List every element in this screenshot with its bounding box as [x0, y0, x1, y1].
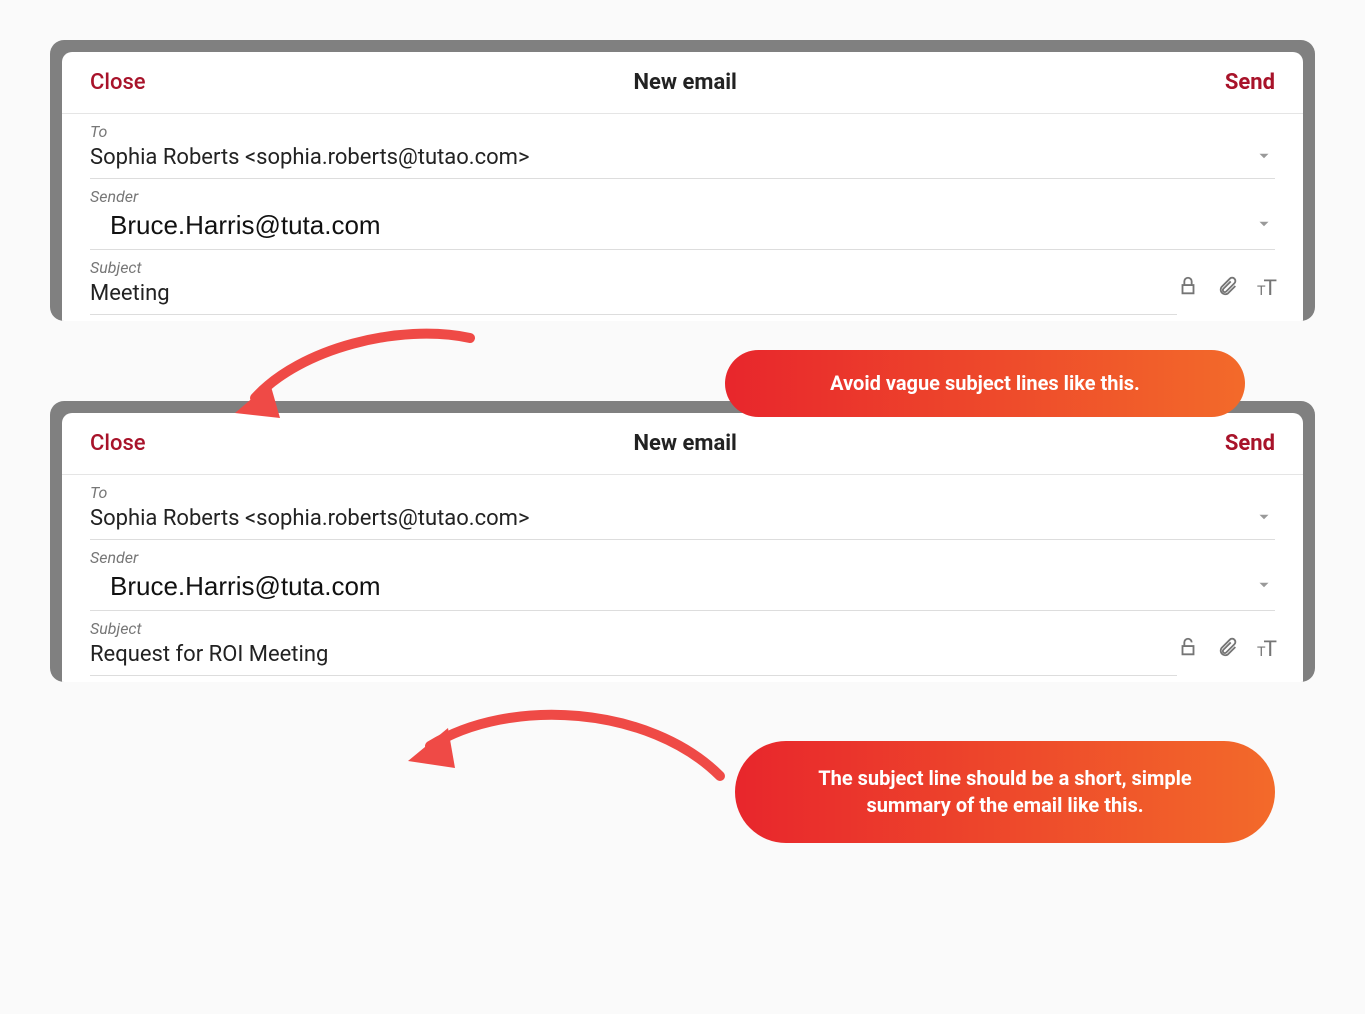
toolbar-icons: TT	[1177, 273, 1275, 315]
subject-input[interactable]: Meeting	[90, 279, 1177, 315]
lock-icon[interactable]	[1177, 273, 1199, 303]
chevron-down-icon[interactable]	[1255, 147, 1273, 169]
sender-value[interactable]: Bruce.Harris@tuta.com	[90, 569, 1275, 611]
annotation-arrow	[370, 676, 730, 800]
sender-field[interactable]: Sender Bruce.Harris@tuta.com	[62, 540, 1303, 611]
compose-header: Close New email Send	[62, 52, 1303, 114]
to-value[interactable]: Sophia Roberts <sophia.roberts@tutao.com…	[90, 143, 1275, 179]
window-title: New email	[634, 70, 737, 95]
subject-label: Subject	[90, 619, 1177, 638]
subject-row: Subject Meeting TT	[62, 250, 1303, 321]
window-frame: Close New email Send To Sophia Roberts <…	[50, 401, 1315, 682]
sender-label: Sender	[90, 548, 1275, 567]
close-button[interactable]: Close	[90, 70, 146, 95]
compose-window: Close New email Send To Sophia Roberts <…	[62, 413, 1303, 682]
compose-window: Close New email Send To Sophia Roberts <…	[62, 52, 1303, 321]
to-field[interactable]: To Sophia Roberts <sophia.roberts@tutao.…	[62, 475, 1303, 540]
sender-value[interactable]: Bruce.Harris@tuta.com	[90, 208, 1275, 250]
send-button[interactable]: Send	[1225, 431, 1275, 456]
example-panel-good: Close New email Send To Sophia Roberts <…	[50, 401, 1315, 682]
sender-field[interactable]: Sender Bruce.Harris@tuta.com	[62, 179, 1303, 250]
annotation-callout: The subject line should be a short, simp…	[735, 741, 1275, 843]
subject-input[interactable]: Request for ROI Meeting	[90, 640, 1177, 676]
annotation-callout: Avoid vague subject lines like this.	[725, 350, 1245, 417]
example-panel-bad: Close New email Send To Sophia Roberts <…	[50, 40, 1315, 321]
paperclip-icon[interactable]	[1217, 634, 1239, 664]
send-button[interactable]: Send	[1225, 70, 1275, 95]
window-frame: Close New email Send To Sophia Roberts <…	[50, 40, 1315, 321]
to-label: To	[90, 483, 1275, 502]
chevron-down-icon[interactable]	[1255, 576, 1273, 598]
subject-label: Subject	[90, 258, 1177, 277]
unlock-icon[interactable]	[1177, 634, 1199, 664]
to-field[interactable]: To Sophia Roberts <sophia.roberts@tutao.…	[62, 114, 1303, 179]
to-label: To	[90, 122, 1275, 141]
compose-header: Close New email Send	[62, 413, 1303, 475]
text-size-icon[interactable]: TT	[1257, 636, 1275, 662]
toolbar-icons: TT	[1177, 634, 1275, 676]
text-size-icon[interactable]: TT	[1257, 275, 1275, 301]
chevron-down-icon[interactable]	[1255, 508, 1273, 530]
subject-row: Subject Request for ROI Meeting TT	[62, 611, 1303, 682]
close-button[interactable]: Close	[90, 431, 146, 456]
to-value[interactable]: Sophia Roberts <sophia.roberts@tutao.com…	[90, 504, 1275, 540]
window-title: New email	[634, 431, 737, 456]
paperclip-icon[interactable]	[1217, 273, 1239, 303]
sender-label: Sender	[90, 187, 1275, 206]
chevron-down-icon[interactable]	[1255, 215, 1273, 237]
